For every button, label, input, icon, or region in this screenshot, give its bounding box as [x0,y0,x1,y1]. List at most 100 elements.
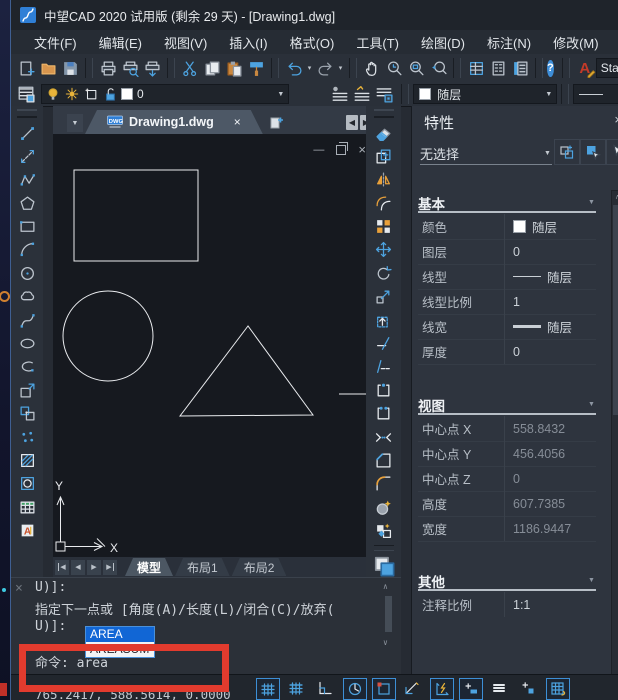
tab-model[interactable]: 模型 [125,558,173,576]
zoom-previous-icon[interactable] [427,57,449,79]
section-basic[interactable]: 基本▼ [418,194,596,213]
undo-icon[interactable] [283,57,305,79]
menu-dimension[interactable]: 标注(N) [476,33,542,52]
select-objects-icon[interactable] [580,139,606,165]
layer-dropdown-icon[interactable]: ▼ [276,91,285,98]
layer-previous-icon[interactable] [329,83,351,105]
menu-format[interactable]: 格式(O) [279,33,346,52]
tab-nav-last-icon[interactable]: ▶ [103,560,117,575]
layer-new-vp-icon[interactable] [83,87,98,102]
new-document-tab-icon[interactable] [267,114,287,131]
ortho-icon[interactable] [314,678,336,698]
text-style-select[interactable]: Sta [596,58,618,78]
layer-states-icon[interactable] [351,83,373,105]
pan-icon[interactable] [361,57,383,79]
array-icon[interactable] [373,216,395,238]
command-close-icon[interactable]: × [15,581,23,596]
mtext-icon[interactable]: A [16,520,38,542]
ellipse-icon[interactable] [16,333,38,355]
tab-nav-first-icon[interactable]: ◀ [55,560,69,575]
drawn-circle[interactable] [63,291,153,381]
drawing-canvas[interactable]: — × Y X [53,134,376,557]
zoom-realtime-icon[interactable] [383,57,405,79]
menu-insert[interactable]: 插入(I) [218,33,278,52]
insert-block-icon[interactable] [16,379,38,401]
menu-edit[interactable]: 编辑(E) [88,33,153,52]
lineweight-icon[interactable] [459,678,483,700]
section-view[interactable]: 视图▼ [418,396,596,415]
properties-close-icon[interactable]: × [614,112,618,127]
rotate-icon[interactable] [373,262,395,284]
layer-select[interactable]: 0 ▼ [41,84,289,104]
designcenter-icon[interactable] [487,57,509,79]
save-icon[interactable] [59,57,81,79]
document-tab-close-icon[interactable]: × [234,115,241,129]
polygon-icon[interactable] [16,192,38,214]
status-menu-icon[interactable] [488,678,510,698]
viewport-table-icon[interactable] [546,678,570,700]
menu-file[interactable]: 文件(F) [23,33,88,52]
paste-icon[interactable] [223,57,245,79]
explode-icon[interactable] [373,496,395,518]
circle-icon[interactable] [16,262,38,284]
hatch-icon[interactable] [16,449,38,471]
trim-icon[interactable] [373,333,395,355]
properties-palette-icon[interactable] [465,57,487,79]
mirror-icon[interactable] [373,169,395,191]
document-tab-active[interactable]: DWG Drawing1.dwg × [85,110,263,134]
block-editor-icon[interactable] [373,520,395,542]
line-icon[interactable] [16,122,38,144]
spline-icon[interactable] [16,309,38,331]
ellipse-arc-icon[interactable] [16,356,38,378]
arc-icon[interactable] [16,239,38,261]
tab-list-dropdown-icon[interactable]: ▼ [67,114,83,132]
fillet-icon[interactable] [373,473,395,495]
point-icon[interactable] [16,426,38,448]
break-icon[interactable] [373,403,395,425]
copy-icon[interactable] [201,57,223,79]
tab-layout2[interactable]: 布局2 [232,558,287,576]
region-icon[interactable] [16,473,38,495]
menu-view[interactable]: 视图(V) [153,33,218,52]
zoom-window-icon[interactable] [405,57,427,79]
extend-icon[interactable] [373,356,395,378]
scale-icon[interactable] [373,286,395,308]
drawn-rectangle[interactable] [74,170,198,261]
new-file-icon[interactable] [15,57,37,79]
join-icon[interactable] [373,426,395,448]
copy-object-icon[interactable] [373,145,395,167]
scrollbar-thumb[interactable] [385,596,392,632]
publish-icon[interactable] [141,57,163,79]
revision-cloud-icon[interactable] [16,286,38,308]
construction-line-icon[interactable] [16,145,38,167]
toolbar-grip[interactable] [17,109,37,118]
menu-modify[interactable]: 修改(M) [542,33,610,52]
drawn-triangle[interactable] [180,326,313,416]
chamfer-icon[interactable] [373,449,395,471]
break-at-point-icon[interactable] [373,379,395,401]
plot-icon[interactable] [97,57,119,79]
command-scrollbar[interactable]: ∧ ∨ [383,582,395,652]
redo-icon[interactable] [314,57,336,79]
redo-dropdown-icon[interactable]: ▾ [336,64,345,72]
tool-palettes-icon[interactable] [509,57,531,79]
title-bar[interactable]: 中望CAD 2020 试用版 (剩余 29 天) - [Drawing1.dwg… [11,0,618,31]
polar-tracking-icon[interactable] [343,678,367,700]
tab-scroll-left-icon[interactable]: ◀ [346,115,358,130]
rectangle-icon[interactable] [16,216,38,238]
section-other[interactable]: 其他▼ [418,572,596,591]
autocomplete-item-selected[interactable]: AREA [86,627,154,642]
layer-properties-icon[interactable] [15,83,37,105]
stretch-icon[interactable] [373,309,395,331]
offset-icon[interactable] [373,192,395,214]
layer-freeze-icon[interactable] [64,87,79,102]
help-icon[interactable]: ? [547,60,554,77]
dynamic-input-icon[interactable] [430,678,454,700]
text-style-icon[interactable]: A [574,57,596,79]
tab-nav-prev-icon[interactable]: ◀ [71,560,85,575]
object-track-icon[interactable] [401,678,423,698]
undo-dropdown-icon[interactable]: ▾ [305,64,314,72]
layer-isolate-icon[interactable] [373,83,395,105]
toolbar-grip[interactable] [374,109,394,118]
linetype-select[interactable] [573,84,618,104]
